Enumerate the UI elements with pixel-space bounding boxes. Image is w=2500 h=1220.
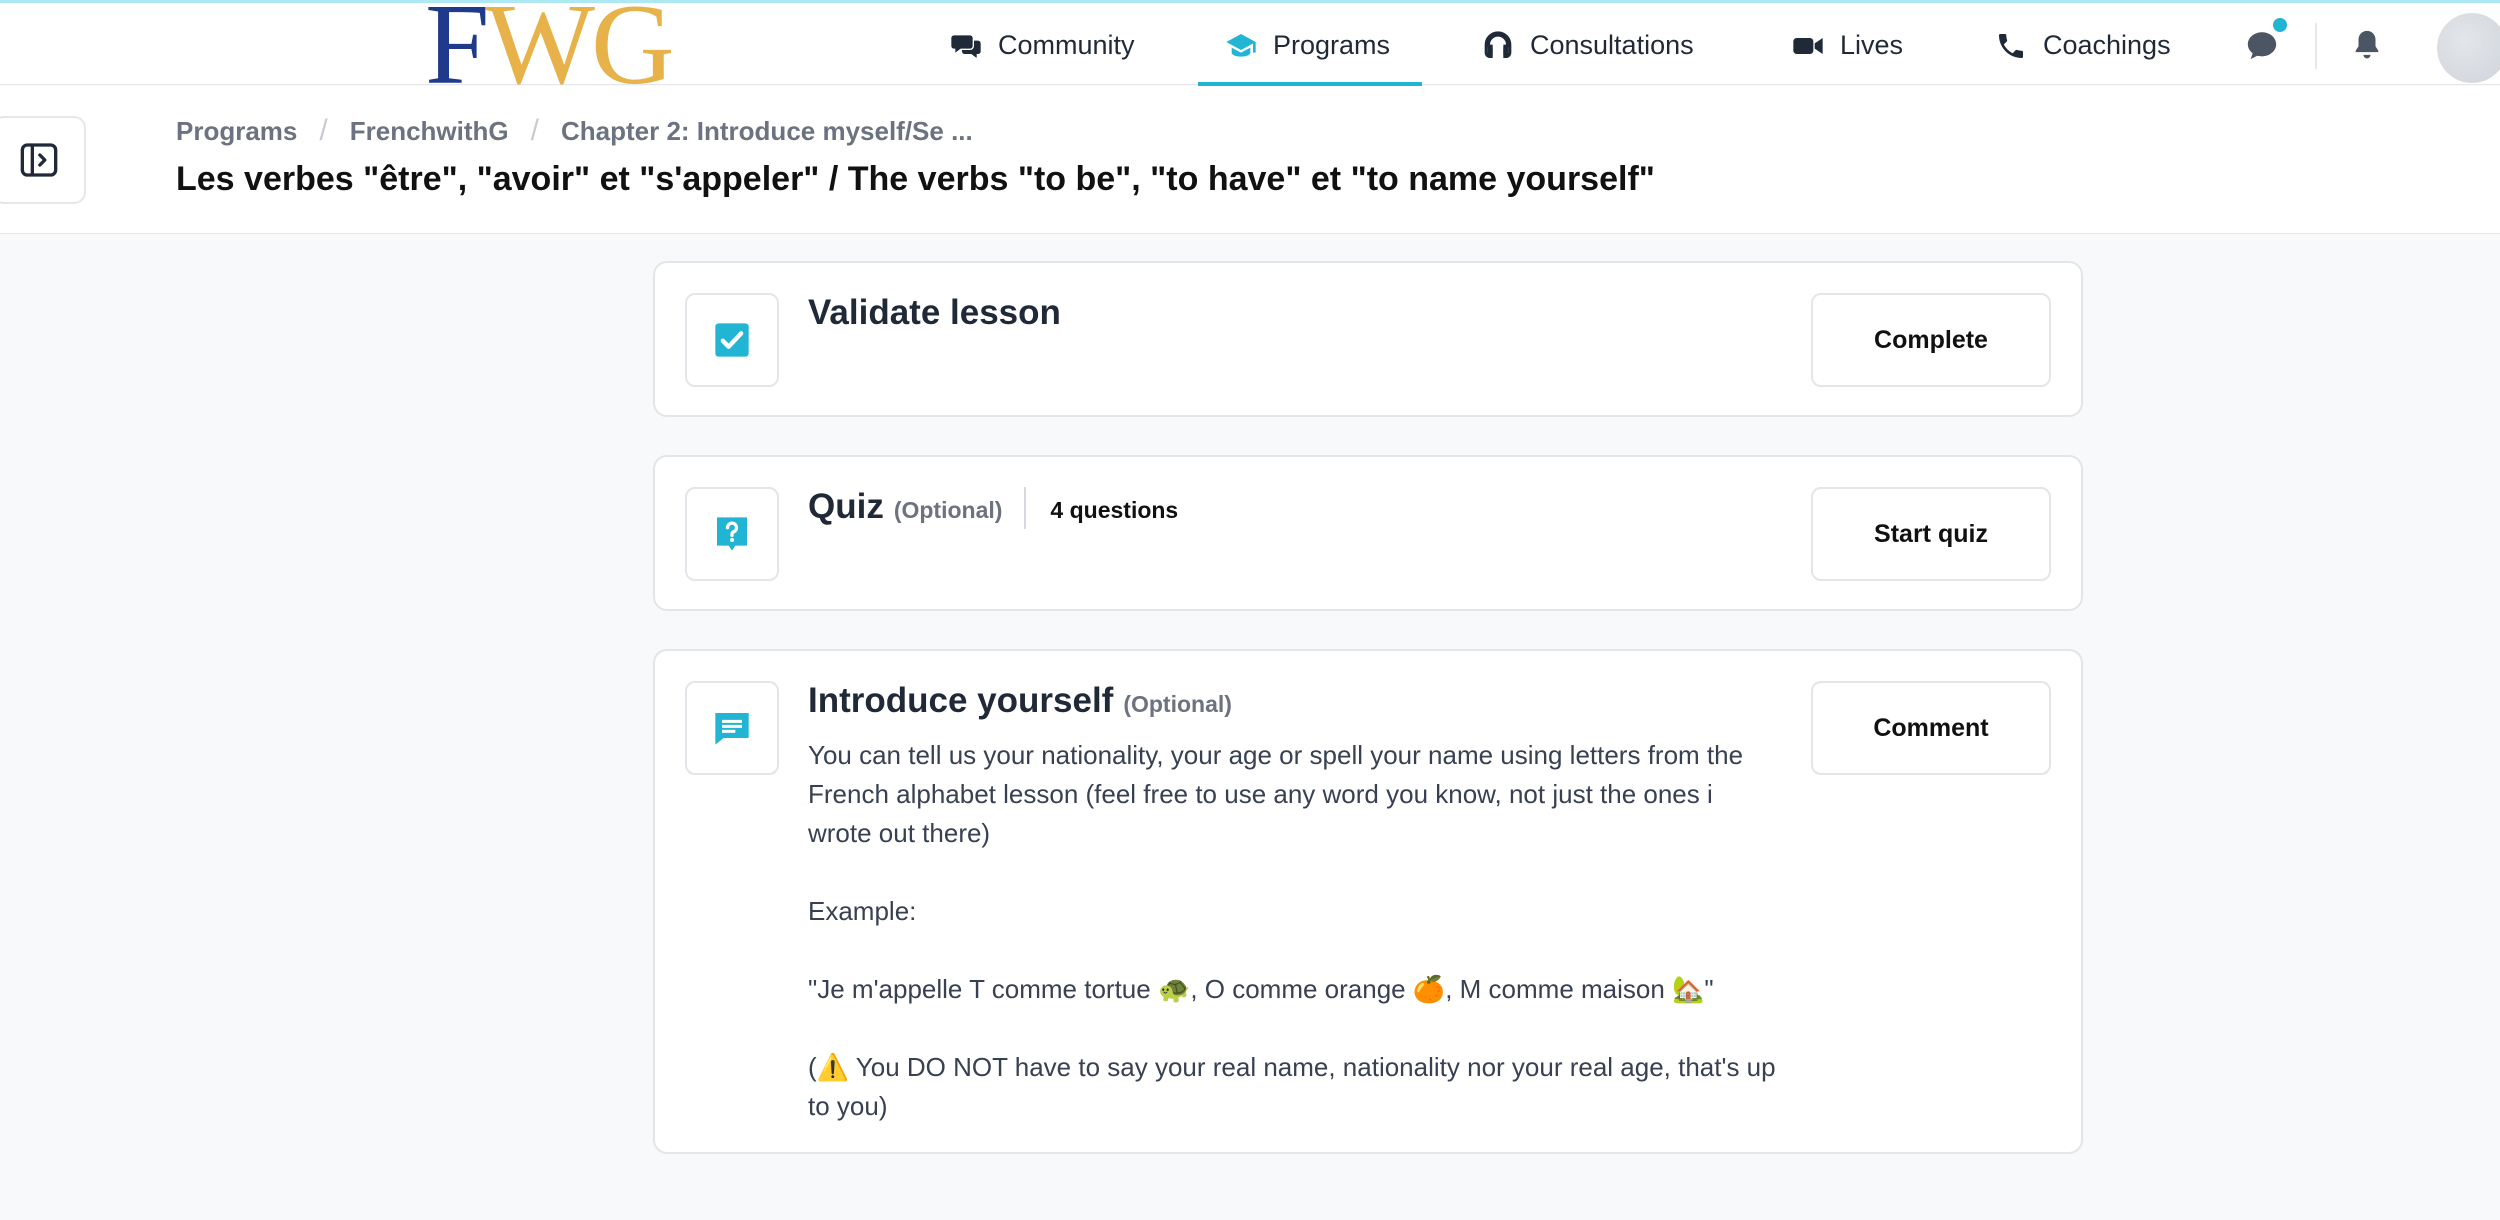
bell-icon — [2355, 30, 2379, 59]
breadcrumb-programs[interactable]: Programs — [176, 116, 297, 147]
headset-icon — [1484, 30, 1512, 58]
quiz-optional-label: (Optional) — [893, 497, 1003, 523]
breadcrumb: Programs / FrenchwithG / Chapter 2: Intr… — [176, 114, 973, 148]
complete-button[interactable]: Complete — [1811, 293, 2051, 387]
example-label: Example: — [808, 896, 917, 926]
warning-note: (⚠️ You DO NOT have to say your real nam… — [808, 1052, 1776, 1121]
quiz-card: Quiz (Optional) 4 questions Start quiz — [653, 455, 2083, 611]
validate-lesson-title: Validate lesson — [808, 293, 1061, 333]
nav-item-lives[interactable]: Lives — [1792, 3, 1903, 88]
phone-icon — [1999, 33, 2023, 58]
introduce-description: You can tell us your nationality, your a… — [808, 736, 1778, 1126]
breadcrumb-chapter[interactable]: Chapter 2: Introduce myself/Se ... — [561, 116, 973, 147]
chat-icon — [2247, 32, 2277, 60]
question-bubble-icon — [717, 517, 747, 551]
quiz-icon-box — [685, 487, 779, 581]
validate-title-text: Validate lesson — [808, 293, 1061, 332]
page-title: Les verbes "être", "avoir" et "s'appeler… — [176, 160, 1655, 198]
notification-dot — [2273, 18, 2287, 32]
nav-label-coachings: Coachings — [2043, 30, 2171, 60]
introduce-optional-label: (Optional) — [1123, 691, 1232, 717]
sidebar-expand-icon — [20, 143, 58, 177]
breadcrumb-separator: / — [319, 114, 328, 147]
quiz-title: Quiz (Optional) 4 questions — [808, 487, 1178, 529]
notifications-button[interactable] — [2345, 23, 2389, 67]
nav-label-programs: Programs — [1273, 30, 1391, 60]
nav-item-programs[interactable]: Programs — [1225, 3, 1390, 88]
quiz-question-count: 4 questions — [1050, 497, 1179, 523]
nav-item-consultations[interactable]: Consultations — [1482, 3, 1694, 88]
user-avatar[interactable] — [2437, 13, 2500, 83]
sidebar-toggle-button[interactable] — [0, 116, 86, 204]
chat-bubbles-icon — [951, 34, 981, 58]
quiz-title-text: Quiz — [808, 487, 884, 526]
breadcrumb-course[interactable]: FrenchwithG — [350, 116, 509, 147]
quiz-meta-divider — [1024, 487, 1027, 529]
graduation-cap-icon — [1226, 33, 1256, 57]
fwg-logo[interactable]: FWG — [425, 3, 671, 88]
logo-letter-g: G — [591, 3, 671, 88]
lesson-header: Programs / FrenchwithG / Chapter 2: Intr… — [0, 86, 2500, 234]
breadcrumb-separator: / — [530, 114, 539, 147]
checkbox-checked-icon — [715, 323, 749, 357]
validate-lesson-card: Validate lesson Complete — [653, 261, 2083, 417]
message-icon — [715, 713, 749, 745]
nav-label-lives: Lives — [1840, 30, 1904, 60]
introduce-title: Introduce yourself (Optional) — [808, 681, 1232, 721]
nav-item-community[interactable]: Community — [950, 3, 1135, 88]
nav-label-consultations: Consultations — [1530, 30, 1694, 60]
comment-button[interactable]: Comment — [1811, 681, 2051, 775]
video-camera-icon — [1793, 37, 1823, 54]
introduce-title-text: Introduce yourself — [808, 681, 1114, 720]
introduce-icon-box — [685, 681, 779, 775]
introduce-yourself-card: Introduce yourself (Optional) Comment Yo… — [653, 649, 2083, 1154]
top-navigation-bar: FWG Community Programs Consultations Liv… — [0, 0, 2500, 88]
start-quiz-button[interactable]: Start quiz — [1811, 487, 2051, 581]
description-paragraph: You can tell us your nationality, your a… — [808, 740, 1744, 848]
example-sentence: "Je m'appelle T comme tortue 🐢, O comme … — [808, 974, 1714, 1004]
logo-letter-f: F — [425, 3, 489, 88]
nav-item-coachings[interactable]: Coachings — [1995, 3, 2171, 88]
logo-letter-w: W — [485, 3, 595, 88]
nav-divider — [2315, 23, 2317, 69]
validate-icon-box — [685, 293, 779, 387]
nav-label-community: Community — [998, 30, 1135, 60]
